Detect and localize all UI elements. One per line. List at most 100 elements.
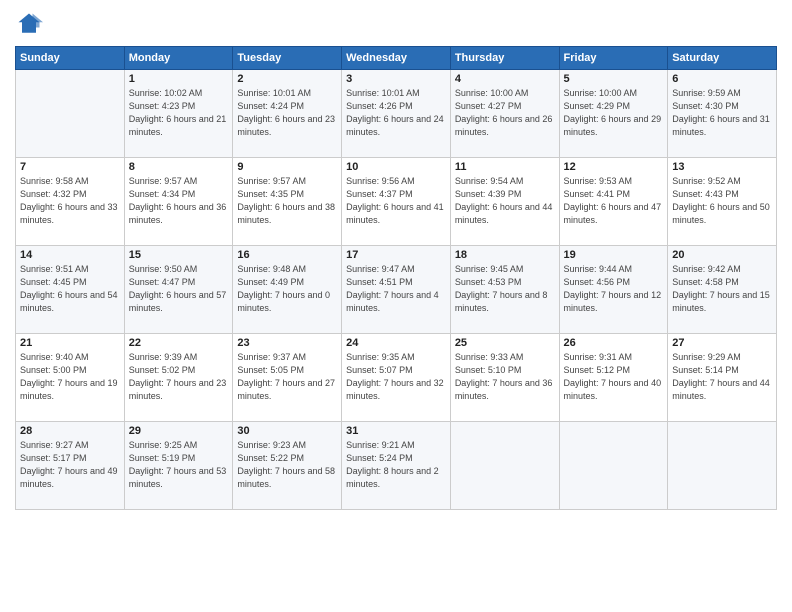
day-cell: 30 Sunrise: 9:23 AMSunset: 5:22 PMDayligh… bbox=[233, 422, 342, 510]
day-info: Sunrise: 9:52 AMSunset: 4:43 PMDaylight:… bbox=[672, 175, 772, 227]
day-number: 29 bbox=[129, 425, 229, 437]
day-number: 11 bbox=[455, 161, 555, 173]
day-info: Sunrise: 9:23 AMSunset: 5:22 PMDaylight:… bbox=[237, 439, 337, 491]
day-info: Sunrise: 9:35 AMSunset: 5:07 PMDaylight:… bbox=[346, 351, 446, 403]
day-cell: 12 Sunrise: 9:53 AMSunset: 4:41 PMDayligh… bbox=[559, 158, 668, 246]
day-cell: 16Sunrise: 9:48 AMSunset: 4:49 PMDayligh… bbox=[233, 246, 342, 334]
day-info: Sunrise: 9:47 AMSunset: 4:51 PMDaylight:… bbox=[346, 263, 446, 315]
day-number: 10 bbox=[346, 161, 446, 173]
day-number: 21 bbox=[20, 337, 120, 349]
day-info: Sunrise: 9:58 AMSunset: 4:32 PMDaylight:… bbox=[20, 175, 120, 227]
day-number: 12 bbox=[564, 161, 664, 173]
day-info: Sunrise: 9:42 AMSunset: 4:58 PMDaylight:… bbox=[672, 263, 772, 315]
day-header: Tuesday bbox=[233, 47, 342, 70]
day-info: Sunrise: 9:25 AMSunset: 5:19 PMDaylight:… bbox=[129, 439, 229, 491]
day-number: 15 bbox=[129, 249, 229, 261]
day-cell: 26 Sunrise: 9:31 AMSunset: 5:12 PMDayligh… bbox=[559, 334, 668, 422]
day-number: 8 bbox=[129, 161, 229, 173]
day-info: Sunrise: 9:31 AMSunset: 5:12 PMDaylight:… bbox=[564, 351, 664, 403]
day-cell: 18 Sunrise: 9:45 AMSunset: 4:53 PMDayligh… bbox=[450, 246, 559, 334]
day-cell: 5 Sunrise: 10:00 AMSunset: 4:29 PMDayligh… bbox=[559, 70, 668, 158]
day-number: 17 bbox=[346, 249, 446, 261]
day-cell: 24Sunrise: 9:35 AMSunset: 5:07 PMDayligh… bbox=[342, 334, 451, 422]
day-cell bbox=[668, 422, 777, 510]
day-header: Wednesday bbox=[342, 47, 451, 70]
day-info: Sunrise: 9:29 AMSunset: 5:14 PMDaylight:… bbox=[672, 351, 772, 403]
day-number: 19 bbox=[564, 249, 664, 261]
day-info: Sunrise: 9:44 AMSunset: 4:56 PMDaylight:… bbox=[564, 263, 664, 315]
day-cell: 25 Sunrise: 9:33 AMSunset: 5:10 PMDayligh… bbox=[450, 334, 559, 422]
day-number: 5 bbox=[564, 73, 664, 85]
week-row: 21Sunrise: 9:40 AMSunset: 5:00 PMDayligh… bbox=[16, 334, 777, 422]
day-cell bbox=[559, 422, 668, 510]
week-row: 28 Sunrise: 9:27 AMSunset: 5:17 PMDayligh… bbox=[16, 422, 777, 510]
day-number: 31 bbox=[346, 425, 446, 437]
day-info: Sunrise: 9:45 AMSunset: 4:53 PMDaylight:… bbox=[455, 263, 555, 315]
day-cell: 28 Sunrise: 9:27 AMSunset: 5:17 PMDayligh… bbox=[16, 422, 125, 510]
day-number: 7 bbox=[20, 161, 120, 173]
day-info: Sunrise: 10:00 AMSunset: 4:27 PMDaylight… bbox=[455, 87, 555, 139]
logo bbox=[15, 10, 47, 38]
day-cell bbox=[450, 422, 559, 510]
day-cell: 17 Sunrise: 9:47 AMSunset: 4:51 PMDayligh… bbox=[342, 246, 451, 334]
day-number: 9 bbox=[237, 161, 337, 173]
day-number: 20 bbox=[672, 249, 772, 261]
header bbox=[15, 10, 777, 38]
day-number: 4 bbox=[455, 73, 555, 85]
day-info: Sunrise: 9:21 AMSunset: 5:24 PMDaylight:… bbox=[346, 439, 446, 491]
day-cell: 11Sunrise: 9:54 AMSunset: 4:39 PMDayligh… bbox=[450, 158, 559, 246]
day-number: 23 bbox=[237, 337, 337, 349]
calendar-table: SundayMondayTuesdayWednesdayThursdayFrid… bbox=[15, 46, 777, 510]
day-info: Sunrise: 9:50 AMSunset: 4:47 PMDaylight:… bbox=[129, 263, 229, 315]
day-number: 3 bbox=[346, 73, 446, 85]
day-info: Sunrise: 9:39 AMSunset: 5:02 PMDaylight:… bbox=[129, 351, 229, 403]
day-header: Monday bbox=[124, 47, 233, 70]
day-info: Sunrise: 10:01 AMSunset: 4:26 PMDaylight… bbox=[346, 87, 446, 139]
day-info: Sunrise: 9:33 AMSunset: 5:10 PMDaylight:… bbox=[455, 351, 555, 403]
day-info: Sunrise: 9:37 AMSunset: 5:05 PMDaylight:… bbox=[237, 351, 337, 403]
day-number: 22 bbox=[129, 337, 229, 349]
day-cell: 13 Sunrise: 9:52 AMSunset: 4:43 PMDayligh… bbox=[668, 158, 777, 246]
day-number: 28 bbox=[20, 425, 120, 437]
day-number: 25 bbox=[455, 337, 555, 349]
day-info: Sunrise: 10:01 AMSunset: 4:24 PMDaylight… bbox=[237, 87, 337, 139]
day-number: 13 bbox=[672, 161, 772, 173]
day-number: 1 bbox=[129, 73, 229, 85]
day-info: Sunrise: 9:59 AMSunset: 4:30 PMDaylight:… bbox=[672, 87, 772, 139]
logo-icon bbox=[15, 10, 43, 38]
day-cell: 4 Sunrise: 10:00 AMSunset: 4:27 PMDayligh… bbox=[450, 70, 559, 158]
day-cell: 6 Sunrise: 9:59 AMSunset: 4:30 PMDaylight… bbox=[668, 70, 777, 158]
day-cell: 15 Sunrise: 9:50 AMSunset: 4:47 PMDayligh… bbox=[124, 246, 233, 334]
day-cell: 22 Sunrise: 9:39 AMSunset: 5:02 PMDayligh… bbox=[124, 334, 233, 422]
day-number: 30 bbox=[237, 425, 337, 437]
week-row: 7 Sunrise: 9:58 AMSunset: 4:32 PMDaylight… bbox=[16, 158, 777, 246]
day-cell bbox=[16, 70, 125, 158]
day-info: Sunrise: 9:53 AMSunset: 4:41 PMDaylight:… bbox=[564, 175, 664, 227]
day-info: Sunrise: 9:48 AMSunset: 4:49 PMDaylight:… bbox=[237, 263, 337, 315]
day-cell: 7 Sunrise: 9:58 AMSunset: 4:32 PMDaylight… bbox=[16, 158, 125, 246]
day-cell: 8Sunrise: 9:57 AMSunset: 4:34 PMDaylight… bbox=[124, 158, 233, 246]
day-number: 26 bbox=[564, 337, 664, 349]
day-info: Sunrise: 9:56 AMSunset: 4:37 PMDaylight:… bbox=[346, 175, 446, 227]
day-header: Thursday bbox=[450, 47, 559, 70]
day-header: Sunday bbox=[16, 47, 125, 70]
day-number: 27 bbox=[672, 337, 772, 349]
day-header: Saturday bbox=[668, 47, 777, 70]
page: SundayMondayTuesdayWednesdayThursdayFrid… bbox=[0, 0, 792, 612]
day-cell: 29 Sunrise: 9:25 AMSunset: 5:19 PMDayligh… bbox=[124, 422, 233, 510]
week-row: 1 Sunrise: 10:02 AMSunset: 4:23 PMDayligh… bbox=[16, 70, 777, 158]
day-cell: 31 Sunrise: 9:21 AMSunset: 5:24 PMDayligh… bbox=[342, 422, 451, 510]
day-info: Sunrise: 9:27 AMSunset: 5:17 PMDaylight:… bbox=[20, 439, 120, 491]
day-info: Sunrise: 10:02 AMSunset: 4:23 PMDaylight… bbox=[129, 87, 229, 139]
day-info: Sunrise: 10:00 AMSunset: 4:29 PMDaylight… bbox=[564, 87, 664, 139]
day-cell: 23 Sunrise: 9:37 AMSunset: 5:05 PMDayligh… bbox=[233, 334, 342, 422]
day-number: 18 bbox=[455, 249, 555, 261]
day-number: 6 bbox=[672, 73, 772, 85]
day-cell: 1 Sunrise: 10:02 AMSunset: 4:23 PMDayligh… bbox=[124, 70, 233, 158]
day-cell: 2Sunrise: 10:01 AMSunset: 4:24 PMDayligh… bbox=[233, 70, 342, 158]
day-cell: 19 Sunrise: 9:44 AMSunset: 4:56 PMDayligh… bbox=[559, 246, 668, 334]
day-cell: 3 Sunrise: 10:01 AMSunset: 4:26 PMDayligh… bbox=[342, 70, 451, 158]
day-cell: 14Sunrise: 9:51 AMSunset: 4:45 PMDayligh… bbox=[16, 246, 125, 334]
day-cell: 21Sunrise: 9:40 AMSunset: 5:00 PMDayligh… bbox=[16, 334, 125, 422]
day-info: Sunrise: 9:57 AMSunset: 4:35 PMDaylight:… bbox=[237, 175, 337, 227]
